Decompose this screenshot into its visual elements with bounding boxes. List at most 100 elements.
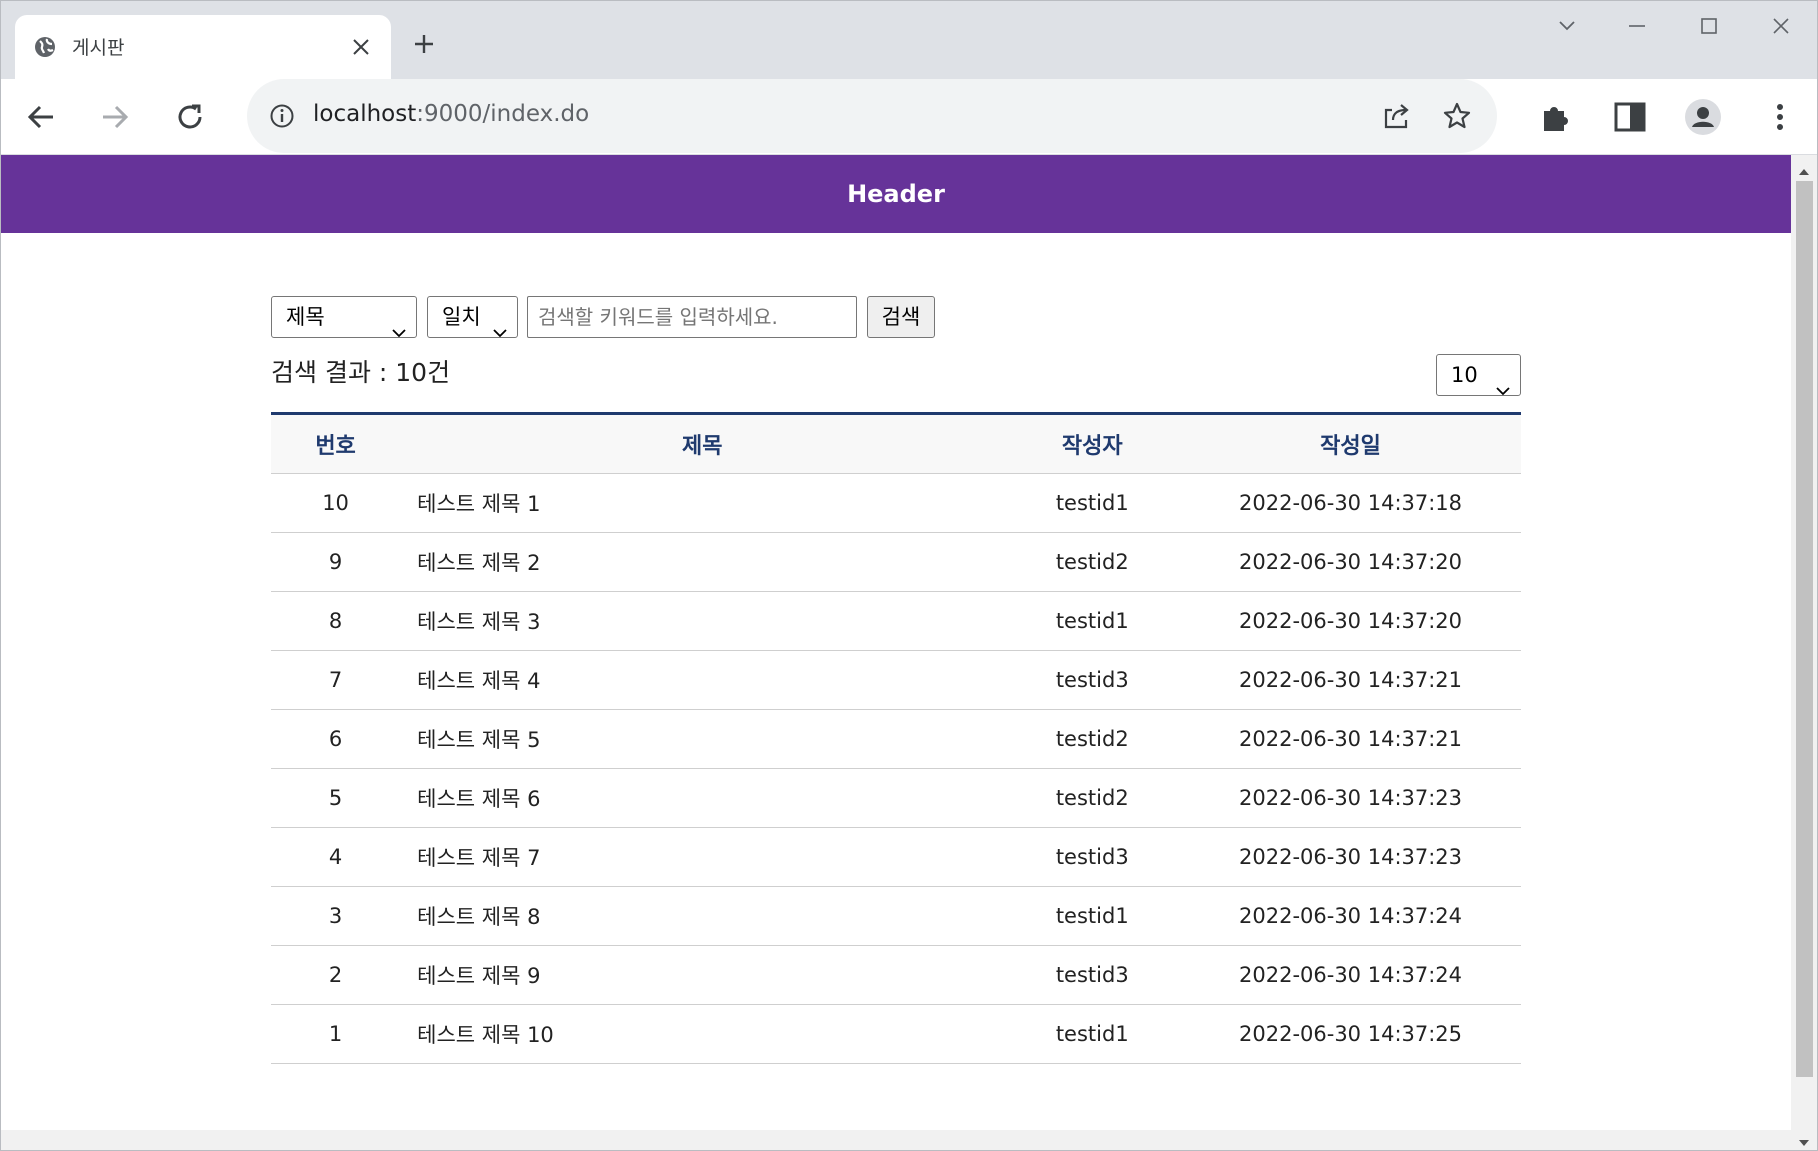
row-date: 2022-06-30 14:37:20 bbox=[1180, 591, 1521, 651]
row-writer: testid1 bbox=[1004, 886, 1181, 946]
row-number: 3 bbox=[271, 886, 401, 946]
browser-window: 게시판 localhost:9000/index.do Header 제목 일치… bbox=[0, 0, 1818, 1151]
row-title-link[interactable]: 테스트 제목 1 bbox=[400, 473, 1005, 533]
search-input[interactable]: 검색할 키워드를 입력하세요. bbox=[527, 296, 857, 338]
browser-toolbar: localhost:9000/index.do bbox=[1, 79, 1817, 155]
row-writer: testid2 bbox=[1004, 709, 1181, 769]
back-arrow-icon[interactable] bbox=[19, 95, 63, 139]
row-date: 2022-06-30 14:37:20 bbox=[1180, 532, 1521, 592]
row-number: 6 bbox=[271, 709, 401, 769]
row-title-link[interactable]: 테스트 제목 8 bbox=[400, 886, 1005, 946]
row-title-link[interactable]: 테스트 제목 10 bbox=[400, 1004, 1005, 1064]
search-field-select[interactable]: 제목 bbox=[271, 296, 417, 338]
row-title-link[interactable]: 테스트 제목 3 bbox=[400, 591, 1005, 651]
profile-icon[interactable] bbox=[1681, 95, 1725, 139]
row-writer: testid2 bbox=[1004, 768, 1181, 828]
url-path: :9000/index.do bbox=[416, 101, 590, 127]
minimize-icon[interactable] bbox=[1615, 11, 1659, 41]
column-header-writer: 작성자 bbox=[1004, 413, 1181, 474]
maximize-icon[interactable] bbox=[1687, 11, 1731, 41]
table-row[interactable]: 7 테스트 제목 4 testid3 2022-06-30 14:37:21 bbox=[271, 650, 1521, 710]
row-writer: testid1 bbox=[1004, 473, 1181, 533]
row-date: 2022-06-30 14:37:24 bbox=[1180, 886, 1521, 946]
chevron-down-icon bbox=[493, 311, 507, 351]
row-number: 2 bbox=[271, 945, 401, 1005]
row-writer: testid1 bbox=[1004, 591, 1181, 651]
search-button[interactable]: 검색 bbox=[867, 296, 935, 338]
row-title-link[interactable]: 테스트 제목 6 bbox=[400, 768, 1005, 828]
chevron-down-icon[interactable] bbox=[1545, 11, 1589, 41]
row-date: 2022-06-30 14:37:21 bbox=[1180, 650, 1521, 710]
row-date: 2022-06-30 14:37:18 bbox=[1180, 473, 1521, 533]
table-row[interactable]: 9 테스트 제목 2 testid2 2022-06-30 14:37:20 bbox=[271, 532, 1521, 592]
table-row[interactable]: 4 테스트 제목 7 testid3 2022-06-30 14:37:23 bbox=[271, 827, 1521, 887]
chevron-down-icon bbox=[392, 311, 406, 351]
row-date: 2022-06-30 14:37:21 bbox=[1180, 709, 1521, 769]
close-icon[interactable] bbox=[1759, 11, 1803, 41]
match-type-select[interactable]: 일치 bbox=[427, 296, 518, 338]
table-row[interactable]: 10 테스트 제목 1 testid1 2022-06-30 14:37:18 bbox=[271, 473, 1521, 533]
row-writer: testid2 bbox=[1004, 532, 1181, 592]
row-date: 2022-06-30 14:37:25 bbox=[1180, 1004, 1521, 1064]
column-header-date: 작성일 bbox=[1180, 413, 1521, 474]
row-date: 2022-06-30 14:37:23 bbox=[1180, 768, 1521, 828]
globe-icon bbox=[33, 35, 57, 59]
site-header: Header bbox=[1, 155, 1791, 233]
forward-arrow-icon[interactable] bbox=[93, 95, 137, 139]
row-number: 4 bbox=[271, 827, 401, 887]
row-writer: testid3 bbox=[1004, 650, 1181, 710]
row-title-link[interactable]: 테스트 제목 4 bbox=[400, 650, 1005, 710]
share-icon[interactable] bbox=[1377, 97, 1415, 135]
row-date: 2022-06-30 14:37:23 bbox=[1180, 827, 1521, 887]
scroll-down-arrow-icon[interactable] bbox=[1798, 1132, 1810, 1150]
row-number: 8 bbox=[271, 591, 401, 651]
scroll-up-arrow-icon[interactable] bbox=[1798, 161, 1810, 180]
table-row[interactable]: 1 테스트 제목 10 testid1 2022-06-30 14:37:25 bbox=[271, 1004, 1521, 1064]
page-size-select[interactable]: 10 bbox=[1436, 354, 1521, 396]
chevron-down-icon bbox=[1496, 369, 1510, 409]
puzzle-icon[interactable] bbox=[1534, 95, 1578, 139]
row-title-link[interactable]: 테스트 제목 7 bbox=[400, 827, 1005, 887]
table-row[interactable]: 5 테스트 제목 6 testid2 2022-06-30 14:37:23 bbox=[271, 768, 1521, 828]
address-bar[interactable]: localhost:9000/index.do bbox=[247, 79, 1497, 153]
info-icon[interactable] bbox=[267, 101, 297, 131]
row-number: 7 bbox=[271, 650, 401, 710]
result-count: 검색 결과 : 10건 bbox=[271, 358, 451, 387]
horizontal-scrollbar[interactable] bbox=[1, 1130, 1791, 1150]
url-host: localhost bbox=[313, 101, 417, 127]
row-writer: testid3 bbox=[1004, 945, 1181, 1005]
close-icon[interactable] bbox=[347, 33, 375, 61]
table-row[interactable]: 2 테스트 제목 9 testid3 2022-06-30 14:37:24 bbox=[271, 945, 1521, 1005]
page-viewport: Header 제목 일치 검색할 키워드를 입력하세요. 검색 검색 결과 : … bbox=[1, 155, 1791, 1130]
column-header-number: 번호 bbox=[271, 413, 401, 474]
browser-tab[interactable]: 게시판 bbox=[15, 15, 391, 79]
tab-title: 게시판 bbox=[72, 37, 125, 59]
row-title-link[interactable]: 테스트 제목 9 bbox=[400, 945, 1005, 1005]
row-title-link[interactable]: 테스트 제목 5 bbox=[400, 709, 1005, 769]
board-table: 번호 제목 작성자 작성일 10 테스트 제목 1 testid1 2022-0… bbox=[271, 412, 1521, 1064]
scroll-thumb[interactable] bbox=[1796, 181, 1813, 1077]
table-row[interactable]: 6 테스트 제목 5 testid2 2022-06-30 14:37:21 bbox=[271, 709, 1521, 769]
row-number: 10 bbox=[271, 473, 401, 533]
search-field-value: 제목 bbox=[286, 305, 325, 329]
tab-strip: 게시판 bbox=[1, 1, 1817, 79]
column-header-title: 제목 bbox=[400, 413, 1005, 474]
match-type-value: 일치 bbox=[442, 305, 481, 329]
page-size-value: 10 bbox=[1451, 363, 1478, 387]
row-title-link[interactable]: 테스트 제목 2 bbox=[400, 532, 1005, 592]
row-number: 5 bbox=[271, 768, 401, 828]
menu-dots-icon[interactable] bbox=[1758, 95, 1802, 139]
table-row[interactable]: 3 테스트 제목 8 testid1 2022-06-30 14:37:24 bbox=[271, 886, 1521, 946]
plus-icon[interactable] bbox=[409, 29, 439, 59]
star-icon[interactable] bbox=[1438, 97, 1476, 135]
reload-icon[interactable] bbox=[168, 95, 212, 139]
side-panel-icon[interactable] bbox=[1608, 95, 1652, 139]
row-date: 2022-06-30 14:37:24 bbox=[1180, 945, 1521, 1005]
row-number: 1 bbox=[271, 1004, 401, 1064]
vertical-scrollbar[interactable] bbox=[1791, 155, 1817, 1150]
url-text[interactable]: localhost:9000/index.do bbox=[313, 101, 589, 127]
table-row[interactable]: 8 테스트 제목 3 testid1 2022-06-30 14:37:20 bbox=[271, 591, 1521, 651]
row-number: 9 bbox=[271, 532, 401, 592]
row-writer: testid1 bbox=[1004, 1004, 1181, 1064]
row-writer: testid3 bbox=[1004, 827, 1181, 887]
